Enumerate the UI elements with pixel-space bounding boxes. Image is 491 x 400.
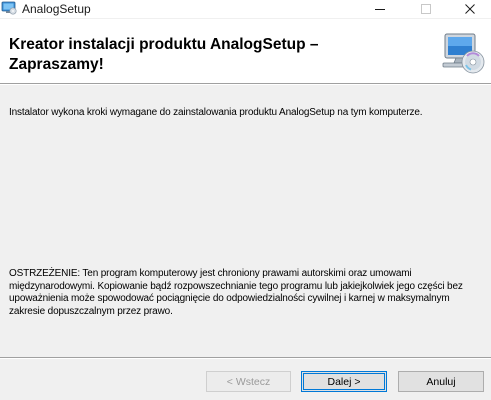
next-button-label: Dalej > xyxy=(327,375,361,388)
minimize-icon xyxy=(375,9,385,10)
footer-divider xyxy=(0,357,491,359)
maximize-button xyxy=(403,0,449,18)
title-bar[interactable]: AnalogSetup xyxy=(0,0,491,18)
close-button[interactable] xyxy=(447,0,491,18)
app-icon xyxy=(1,1,17,15)
minimize-button[interactable] xyxy=(357,0,403,18)
maximize-icon xyxy=(421,4,431,14)
copyright-warning: OSTRZEŻENIE: Ten program komputerowy jes… xyxy=(9,268,463,317)
installer-window: AnalogSetup Kreator instalacji produktu … xyxy=(0,0,491,400)
back-button: < Wstecz xyxy=(206,371,291,392)
computer-cd-icon xyxy=(442,33,485,74)
next-button[interactable]: Dalej > xyxy=(301,371,387,392)
close-icon xyxy=(465,4,475,14)
page-title: Kreator instalacji produktu AnalogSetup … xyxy=(9,36,319,73)
intro-text: Instalator wykona kroki wymagane do zain… xyxy=(9,107,423,118)
header-banner: Kreator instalacji produktu AnalogSetup … xyxy=(0,19,491,83)
window-title: AnalogSetup xyxy=(22,2,91,16)
cancel-button[interactable]: Anuluj xyxy=(398,371,484,392)
header-divider xyxy=(0,83,491,85)
